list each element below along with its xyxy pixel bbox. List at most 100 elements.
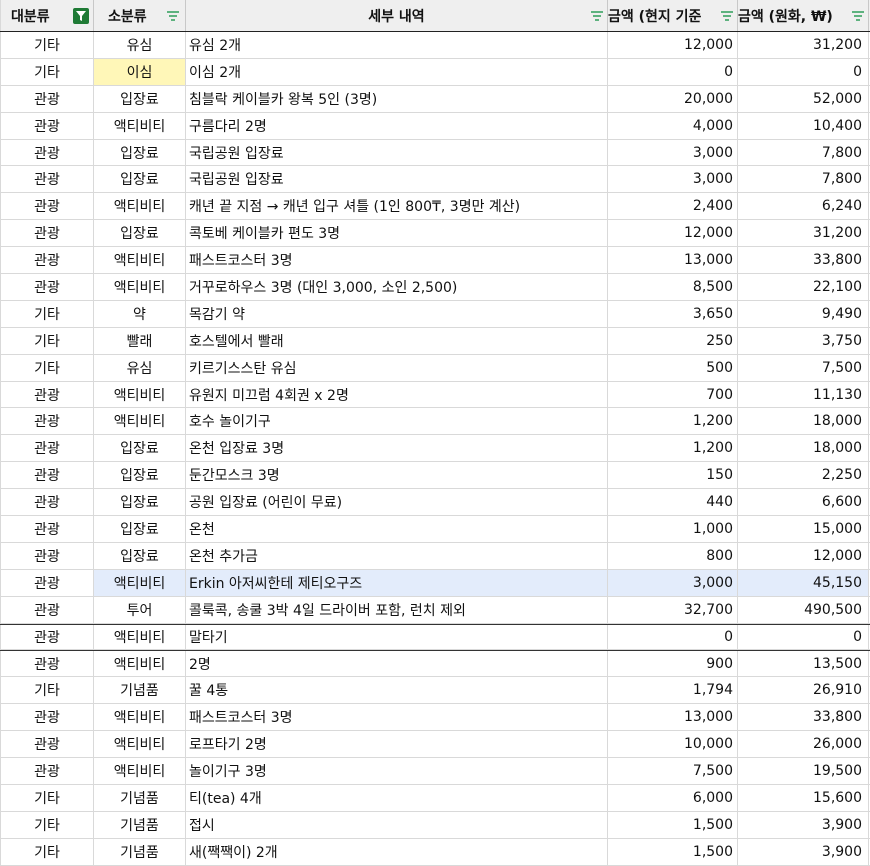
detail-cell[interactable]: 접시 [186, 811, 608, 838]
detail-cell[interactable]: 말타기 [186, 624, 608, 650]
table-row[interactable]: 기타 유심 유심 2개 12,000 31,200 [0, 32, 870, 59]
local-amount-cell[interactable]: 20,000 [608, 85, 738, 112]
major-cell[interactable]: 관광 [0, 542, 94, 569]
krw-amount-cell[interactable]: 11,130 [738, 381, 869, 408]
detail-cell[interactable]: 구름다리 2명 [186, 112, 608, 139]
table-row[interactable]: 기타 기념품 티(tea) 4개 6,000 15,600 [0, 784, 870, 812]
major-cell[interactable]: 관광 [0, 408, 94, 435]
detail-cell[interactable]: 국립공원 입장료 [186, 139, 608, 166]
table-row[interactable]: 관광 액티비티 캐년 끝 지점 → 캐년 입구 셔틀 (1인 800₸, 3명만 계… [0, 193, 870, 221]
krw-amount-cell[interactable]: 7,800 [738, 139, 869, 166]
krw-amount-cell[interactable]: 13,500 [738, 651, 869, 677]
local-amount-cell[interactable]: 13,000 [608, 247, 738, 274]
detail-cell[interactable]: 목감기 약 [186, 300, 608, 327]
local-amount-cell[interactable]: 32,700 [608, 596, 738, 623]
major-cell[interactable]: 관광 [0, 731, 94, 758]
local-amount-cell[interactable]: 440 [608, 489, 738, 516]
local-amount-cell[interactable]: 3,000 [608, 569, 738, 596]
table-row[interactable]: 기타 약 목감기 약 3,650 9,490 [0, 300, 870, 328]
minor-cell[interactable]: 입장료 [94, 220, 186, 247]
krw-amount-cell[interactable]: 19,500 [738, 758, 869, 784]
major-cell[interactable]: 관광 [0, 596, 94, 623]
minor-cell[interactable]: 기념품 [94, 784, 186, 811]
minor-cell[interactable]: 기념품 [94, 838, 186, 865]
table-row[interactable]: 기타 기념품 접시 1,500 3,900 [0, 811, 870, 839]
local-amount-cell[interactable]: 1,794 [608, 677, 738, 704]
krw-amount-cell[interactable]: 3,900 [738, 811, 869, 838]
minor-cell[interactable]: 기념품 [94, 811, 186, 838]
table-row[interactable]: 관광 입장료 온천 입장료 3명 1,200 18,000 [0, 435, 870, 463]
detail-cell[interactable]: 둔간모스크 3명 [186, 462, 608, 489]
krw-amount-cell[interactable]: 26,000 [738, 731, 869, 758]
minor-cell[interactable]: 입장료 [94, 166, 186, 193]
minor-cell[interactable]: 기념품 [94, 677, 186, 704]
minor-cell[interactable]: 액티비티 [94, 193, 186, 220]
local-amount-cell[interactable]: 3,650 [608, 300, 738, 327]
minor-cell[interactable]: 액티비티 [94, 704, 186, 731]
filter-icon[interactable] [719, 8, 735, 24]
local-amount-cell[interactable]: 8,500 [608, 274, 738, 300]
krw-amount-cell[interactable]: 2,250 [738, 462, 869, 489]
major-cell[interactable]: 관광 [0, 435, 94, 462]
table-row[interactable]: 관광 액티비티 패스트코스터 3명 13,000 33,800 [0, 704, 870, 732]
krw-amount-cell[interactable]: 18,000 [738, 408, 869, 435]
major-cell[interactable]: 기타 [0, 327, 94, 354]
detail-cell[interactable]: 새(짹짹이) 2개 [186, 838, 608, 865]
major-cell[interactable]: 관광 [0, 569, 94, 596]
header-minor-category[interactable]: 소분류 [94, 0, 186, 31]
detail-cell[interactable]: 키르기스스탄 유심 [186, 354, 608, 381]
local-amount-cell[interactable]: 900 [608, 651, 738, 677]
local-amount-cell[interactable]: 4,000 [608, 112, 738, 139]
table-row[interactable]: 관광 입장료 공원 입장료 (어린이 무료) 440 6,600 [0, 489, 870, 517]
detail-cell[interactable]: 이심 2개 [186, 58, 608, 85]
minor-cell[interactable]: 입장료 [94, 542, 186, 569]
table-row[interactable]: 관광 액티비티 패스트코스터 3명 13,000 33,800 [0, 247, 870, 275]
krw-amount-cell[interactable]: 0 [738, 58, 869, 85]
minor-cell[interactable]: 액티비티 [94, 569, 186, 596]
krw-amount-cell[interactable]: 33,800 [738, 247, 869, 274]
detail-cell[interactable]: 호수 놀이기구 [186, 408, 608, 435]
local-amount-cell[interactable]: 1,500 [608, 811, 738, 838]
minor-cell[interactable]: 액티비티 [94, 731, 186, 758]
table-row[interactable]: 관광 액티비티 놀이기구 3명 7,500 19,500 [0, 758, 870, 785]
major-cell[interactable]: 기타 [0, 811, 94, 838]
detail-cell[interactable]: 온천 입장료 3명 [186, 435, 608, 462]
local-amount-cell[interactable]: 3,000 [608, 139, 738, 166]
table-row[interactable]: 관광 입장료 온천 추가금 800 12,000 [0, 542, 870, 570]
major-cell[interactable]: 관광 [0, 381, 94, 408]
detail-cell[interactable]: 콜룩콕, 송쿨 3박 4일 드라이버 포함, 런치 제외 [186, 596, 608, 623]
detail-cell[interactable]: 침블락 케이블카 왕복 5인 (3명) [186, 85, 608, 112]
local-amount-cell[interactable]: 1,500 [608, 838, 738, 865]
krw-amount-cell[interactable]: 490,500 [738, 596, 869, 623]
major-cell[interactable]: 기타 [0, 784, 94, 811]
detail-cell[interactable]: 2명 [186, 651, 608, 677]
krw-amount-cell[interactable]: 15,000 [738, 516, 869, 542]
major-cell[interactable]: 관광 [0, 624, 94, 650]
krw-amount-cell[interactable]: 9,490 [738, 300, 869, 327]
minor-cell[interactable]: 액티비티 [94, 381, 186, 408]
table-row[interactable]: 관광 입장료 침블락 케이블카 왕복 5인 (3명) 20,000 52,000 [0, 85, 870, 113]
local-amount-cell[interactable]: 7,500 [608, 758, 738, 784]
detail-cell[interactable]: 콕토베 케이블카 편도 3명 [186, 220, 608, 247]
minor-cell[interactable]: 입장료 [94, 489, 186, 516]
detail-cell[interactable]: 온천 추가금 [186, 542, 608, 569]
major-cell[interactable]: 기타 [0, 300, 94, 327]
major-cell[interactable]: 기타 [0, 32, 94, 58]
local-amount-cell[interactable]: 1,200 [608, 408, 738, 435]
minor-cell[interactable]: 투어 [94, 596, 186, 623]
krw-amount-cell[interactable]: 6,600 [738, 489, 869, 516]
table-row[interactable]: 기타 유심 키르기스스탄 유심 500 7,500 [0, 354, 870, 382]
major-cell[interactable]: 관광 [0, 112, 94, 139]
table-row[interactable]: 관광 액티비티 말타기 0 0 [0, 623, 870, 651]
local-amount-cell[interactable]: 3,000 [608, 166, 738, 193]
local-amount-cell[interactable]: 1,000 [608, 516, 738, 542]
table-row[interactable]: 관광 입장료 온천 1,000 15,000 [0, 516, 870, 543]
krw-amount-cell[interactable]: 12,000 [738, 542, 869, 569]
local-amount-cell[interactable]: 12,000 [608, 32, 738, 58]
major-cell[interactable]: 관광 [0, 462, 94, 489]
local-amount-cell[interactable]: 250 [608, 327, 738, 354]
minor-cell[interactable]: 유심 [94, 32, 186, 58]
krw-amount-cell[interactable]: 7,800 [738, 166, 869, 193]
header-major-category[interactable]: 대분류 [0, 0, 94, 31]
major-cell[interactable]: 관광 [0, 516, 94, 542]
